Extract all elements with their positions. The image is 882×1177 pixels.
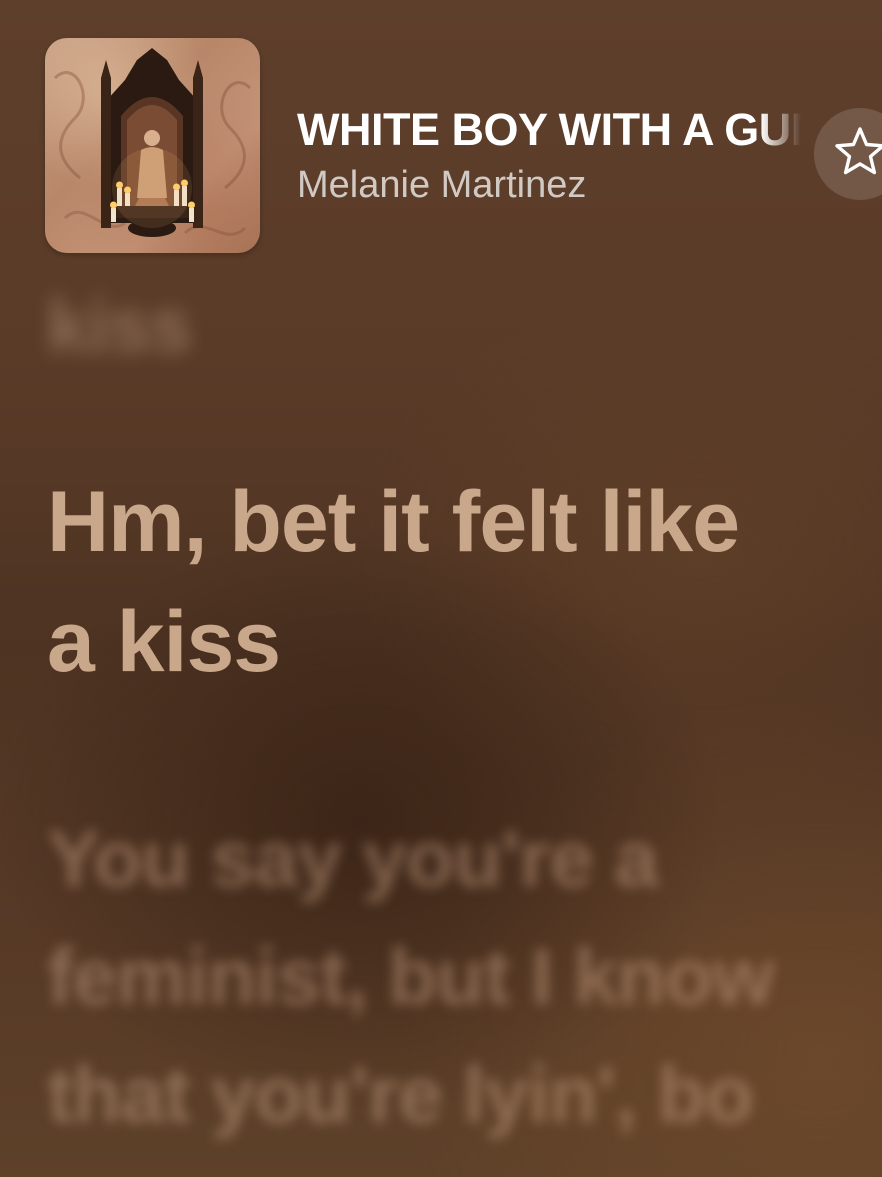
- lyric-line-upcoming[interactable]: that you're lyin', bo: [47, 1036, 754, 1154]
- artist-name[interactable]: Melanie Martinez: [297, 163, 586, 207]
- lyric-line-current[interactable]: a kiss: [47, 582, 281, 702]
- lyric-line-previous[interactable]: kiss: [47, 284, 192, 370]
- favorite-button[interactable]: [814, 108, 882, 200]
- now-playing-header: WHITE BOY WITH A GUN Melanie Martinez: [0, 0, 882, 270]
- album-art-illustration: [53, 48, 252, 237]
- lyric-line-current[interactable]: Hm, bet it felt like: [47, 462, 740, 582]
- song-title[interactable]: WHITE BOY WITH A GUN: [297, 104, 801, 156]
- album-art[interactable]: [45, 38, 260, 253]
- lyric-line-upcoming[interactable]: You say you're a: [47, 800, 659, 918]
- star-outline-icon: [835, 127, 882, 175]
- lyric-line-upcoming[interactable]: feminist, but I know: [47, 918, 775, 1036]
